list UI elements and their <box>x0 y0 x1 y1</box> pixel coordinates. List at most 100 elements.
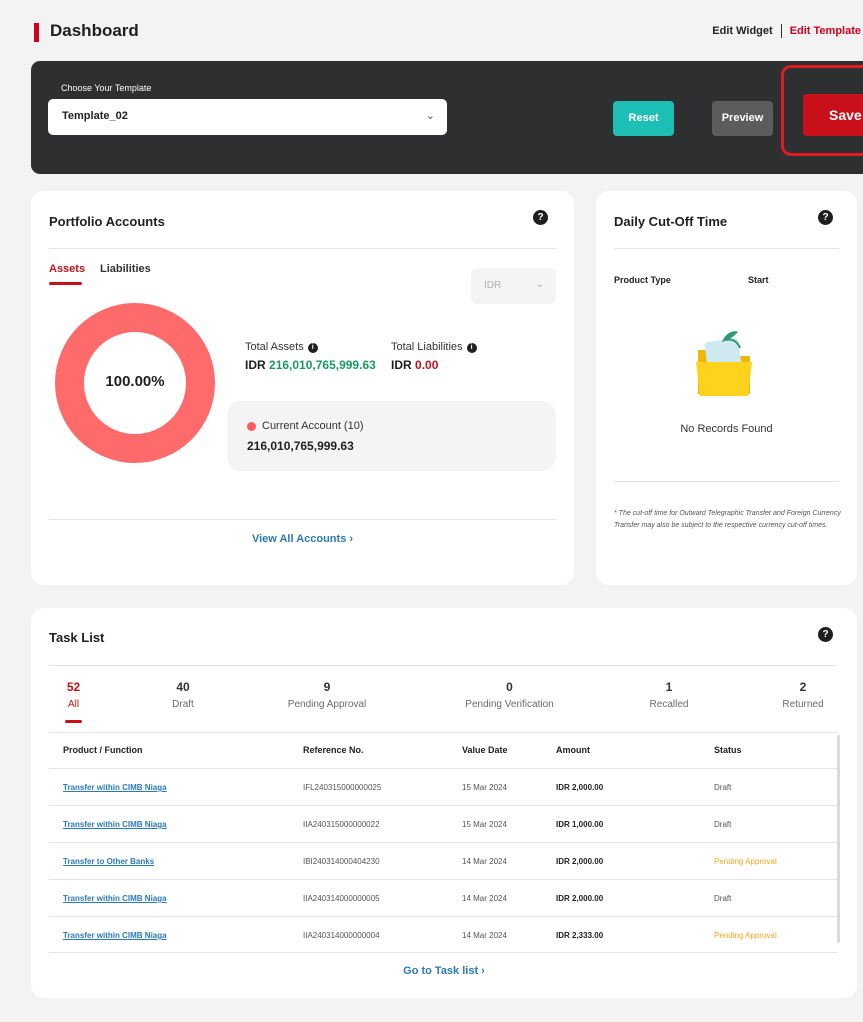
page-header: Dashboard Edit Widget Edit Template <box>0 0 863 60</box>
edit-widget-link[interactable]: Edit Widget <box>712 25 772 37</box>
help-icon[interactable]: ? <box>818 627 833 642</box>
edit-template-link[interactable]: Edit Template <box>790 25 861 37</box>
page-title: Dashboard <box>50 21 139 40</box>
col-value-date: Value Date <box>462 745 508 755</box>
stat-count: 9 <box>323 680 331 694</box>
value-date: 15 Mar 2024 <box>462 820 507 829</box>
total-liabilities-amount: 0.00 <box>415 358 439 372</box>
product-link[interactable]: Transfer to Other Banks <box>63 857 154 866</box>
value-date: 15 Mar 2024 <box>462 783 507 792</box>
active-tab-indicator <box>49 282 82 285</box>
daily-cutoff-card: Daily Cut-Off Time ? Product Type Start … <box>596 191 857 585</box>
table-row[interactable]: Transfer within CIMB Niaga IFL2403150000… <box>49 768 837 805</box>
currency-select-value: IDR <box>484 280 502 291</box>
amount: IDR 2,000.00 <box>556 783 604 792</box>
status-text: Draft <box>714 820 732 829</box>
total-liabilities-currency: IDR <box>391 358 412 372</box>
table-scrollbar[interactable] <box>837 735 840 943</box>
table-row[interactable]: Transfer within CIMB Niaga IIA2403150000… <box>49 805 837 842</box>
stat-pending-verification[interactable]: 0 Pending Verification <box>451 680 568 710</box>
chevron-down-icon: ⌄ <box>425 110 435 122</box>
reset-button[interactable]: Reset <box>613 101 674 136</box>
value-date: 14 Mar 2024 <box>462 931 507 940</box>
empty-folder-icon <box>696 331 752 396</box>
reference-no: IIA240314000000004 <box>303 931 380 940</box>
stat-recalled[interactable]: 1 Recalled <box>639 680 699 710</box>
product-link[interactable]: Transfer within CIMB Niaga <box>63 783 167 792</box>
total-assets-amount: 216,010,765,999.63 <box>269 358 376 372</box>
portfolio-accounts-card: Portfolio Accounts ? Assets Liabilities … <box>31 191 574 585</box>
divider <box>614 248 839 249</box>
col-product-type: Product Type <box>614 275 671 285</box>
account-name: Current Account (10) <box>262 420 364 432</box>
stat-all[interactable]: 52 All <box>49 680 98 710</box>
stat-count: 0 <box>506 680 513 694</box>
total-liabilities-value: IDR 0.00 <box>391 358 438 372</box>
divider <box>614 481 839 482</box>
help-icon[interactable]: ? <box>533 210 548 225</box>
chevron-down-icon: ⌄ <box>535 279 544 290</box>
stat-count: 2 <box>799 680 807 694</box>
save-button[interactable]: Save <box>803 94 863 136</box>
table-row[interactable]: Transfer within CIMB Niaga IIA2403140000… <box>49 879 837 916</box>
product-link[interactable]: Transfer within CIMB Niaga <box>63 894 167 903</box>
help-icon[interactable]: ? <box>818 210 833 225</box>
tab-assets[interactable]: Assets <box>49 263 85 275</box>
stat-count: 1 <box>665 680 673 694</box>
divider <box>49 732 837 733</box>
info-icon[interactable]: i <box>307 343 318 353</box>
col-start: Start <box>748 275 769 285</box>
title-accent-bar <box>34 23 39 42</box>
info-icon[interactable]: i <box>466 343 477 353</box>
link-divider <box>780 24 782 38</box>
template-label: Choose Your Template <box>61 83 152 93</box>
stat-label: Pending Approval <box>287 699 367 710</box>
total-liabilities-label-text: Total Liabilities <box>391 341 463 353</box>
amount: IDR 2,000.00 <box>556 894 604 903</box>
total-assets-label: Total Assets i <box>245 341 318 353</box>
stat-label: Recalled <box>649 699 689 710</box>
reference-no: IIA240315000000022 <box>303 820 380 829</box>
total-liabilities-label: Total Liabilities i <box>391 341 477 353</box>
stat-label: Returned <box>782 699 824 710</box>
currency-select[interactable]: IDR ⌄ <box>471 268 556 304</box>
table-row[interactable]: Transfer to Other Banks IBI2403140004042… <box>49 842 837 879</box>
view-all-accounts-text[interactable]: View All Accounts › <box>252 533 353 545</box>
portfolio-title: Portfolio Accounts <box>49 214 165 229</box>
status-text: Pending Approval <box>714 931 777 940</box>
divider <box>49 248 556 249</box>
status-text: Pending Approval <box>714 857 777 866</box>
col-status: Status <box>714 745 742 755</box>
stat-label: All <box>67 699 80 710</box>
stat-label: Pending Verification <box>465 699 554 710</box>
table-row[interactable]: Transfer within CIMB Niaga IIA2403140000… <box>49 916 837 953</box>
go-to-task-list-link: Go to Task list › <box>31 965 857 977</box>
col-amount: Amount <box>556 745 590 755</box>
product-link[interactable]: Transfer within CIMB Niaga <box>63 820 167 829</box>
col-product-function: Product / Function <box>63 745 143 755</box>
account-value: 216,010,765,999.63 <box>247 439 354 453</box>
reference-no: IFL240315000000025 <box>303 783 382 792</box>
stat-count: 52 <box>66 680 81 694</box>
value-date: 14 Mar 2024 <box>462 894 507 903</box>
stat-label: Draft <box>172 699 194 710</box>
product-link[interactable]: Transfer within CIMB Niaga <box>63 931 167 940</box>
view-all-accounts-link: View All Accounts › <box>31 533 574 545</box>
go-to-task-list-text[interactable]: Go to Task list › <box>403 965 485 977</box>
template-select[interactable]: Template_02 ⌄ <box>48 99 447 135</box>
stat-pending-approval[interactable]: 9 Pending Approval <box>277 680 377 710</box>
amount: IDR 2,000.00 <box>556 857 604 866</box>
col-reference-no: Reference No. <box>303 745 364 755</box>
legend-dot-icon <box>247 422 256 431</box>
preview-button[interactable]: Preview <box>712 101 773 136</box>
tab-liabilities[interactable]: Liabilities <box>100 263 151 275</box>
stat-draft[interactable]: 40 Draft <box>158 680 208 710</box>
cutoff-note: * The cut-off time for Outward Telegraph… <box>614 510 841 529</box>
account-summary-box[interactable]: Current Account (10) 216,010,765,999.63 <box>227 401 556 471</box>
amount: IDR 2,333.00 <box>556 931 604 940</box>
stat-returned[interactable]: 2 Returned <box>773 680 833 710</box>
active-stat-indicator <box>65 720 82 723</box>
portfolio-donut-chart: 100.00% <box>55 303 215 463</box>
header-links: Edit Widget Edit Template <box>712 24 861 38</box>
reference-no: IIA240314000000005 <box>303 894 380 903</box>
